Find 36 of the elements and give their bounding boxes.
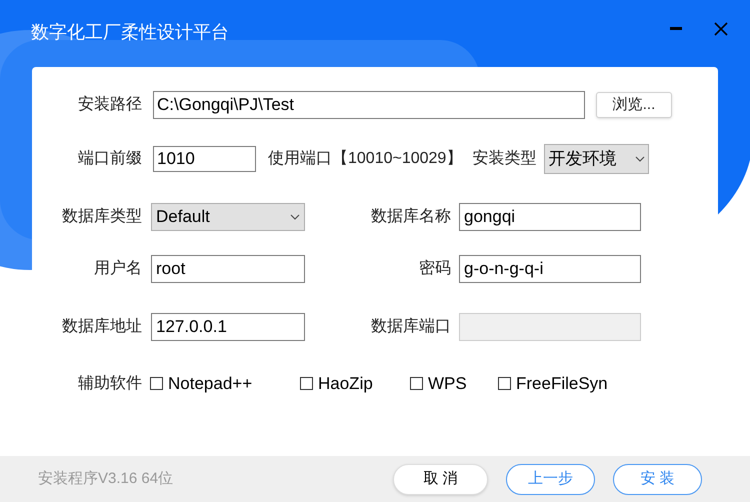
field-label: 数据库类型 bbox=[61, 206, 142, 227]
checkbox-label: Notepad++ bbox=[168, 373, 252, 395]
checkbox-label: FreeFileSyn bbox=[516, 373, 608, 395]
checkbox[interactable] bbox=[300, 377, 313, 390]
footer-button[interactable]: 上一步 bbox=[506, 464, 595, 494]
checkbox-label: WPS bbox=[428, 373, 467, 395]
field-label: 密码 bbox=[418, 258, 451, 279]
field-label: 安装路径 bbox=[77, 94, 142, 115]
field-label: 辅助软件 bbox=[77, 374, 142, 394]
footer-button[interactable]: 安 装 bbox=[613, 464, 702, 494]
field-label: 数据库端口 bbox=[370, 316, 451, 337]
chevron-icon bbox=[290, 214, 300, 220]
dropdown[interactable]: Default bbox=[151, 203, 305, 231]
input-field[interactable]: gongqi bbox=[459, 203, 641, 231]
checkbox-label: HaoZip bbox=[318, 373, 373, 395]
port-range-text: 使用端口【10010~10029】 bbox=[268, 148, 462, 169]
dropdown[interactable]: 开发环境 bbox=[544, 144, 650, 174]
chevron-icon bbox=[635, 156, 646, 162]
input-field[interactable]: C:\Gongqi\PJ\Test bbox=[153, 91, 585, 119]
field-label: 数据库地址 bbox=[61, 316, 142, 337]
field-label: 用户名 bbox=[93, 258, 142, 279]
footer-button[interactable]: 取 消 bbox=[393, 464, 488, 494]
input-field[interactable]: 1010 bbox=[153, 146, 256, 172]
field-label: 安装类型 bbox=[472, 148, 536, 169]
field-label: 端口前缀 bbox=[77, 148, 142, 169]
input-field[interactable]: g-o-n-g-q-i bbox=[459, 255, 641, 283]
input-field[interactable]: 127.0.0.1 bbox=[151, 313, 305, 341]
checkbox[interactable] bbox=[150, 377, 163, 390]
browse-button[interactable]: 浏览... bbox=[596, 92, 672, 118]
version-text: 安装程序V3.16 64位 bbox=[38, 468, 174, 489]
field-label: 数据库名称 bbox=[370, 206, 451, 227]
checkbox[interactable] bbox=[410, 377, 423, 390]
close-icon[interactable] bbox=[714, 22, 728, 36]
checkbox[interactable] bbox=[498, 377, 511, 390]
input-field[interactable]: root bbox=[151, 255, 305, 283]
window-title: 数字化工厂柔性设计平台 bbox=[31, 21, 229, 44]
